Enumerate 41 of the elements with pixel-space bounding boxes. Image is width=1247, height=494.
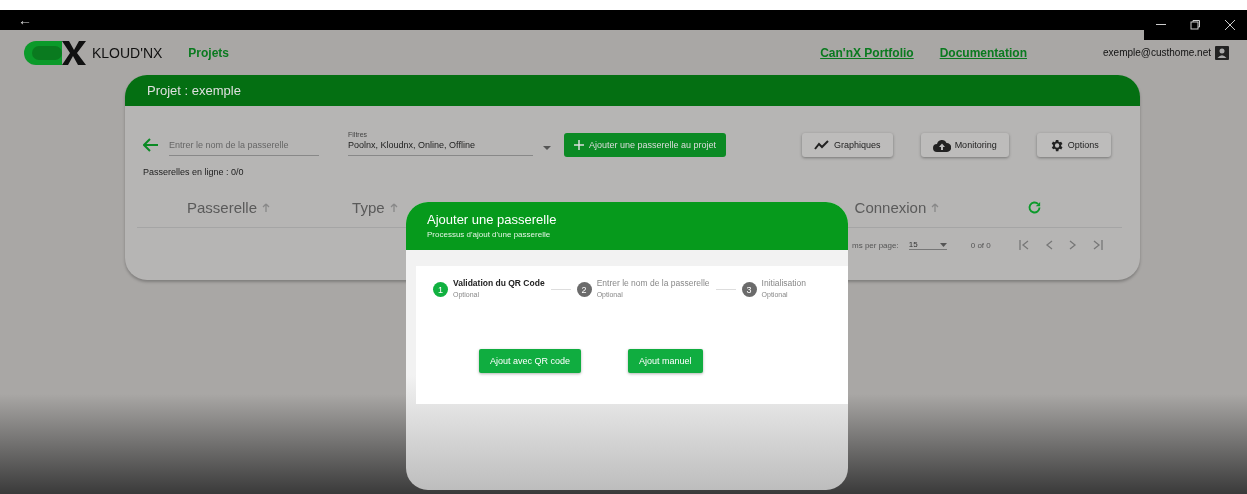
add-method-button[interactable]: Ajout manuel <box>628 349 703 373</box>
search-field[interactable]: Entrer le nom de la passerelle <box>169 140 319 156</box>
items-per-page-label: ms per page: <box>852 240 899 250</box>
close-icon[interactable] <box>1224 20 1235 30</box>
maximize-icon[interactable] <box>1190 20 1201 30</box>
caret-icon[interactable] <box>543 146 551 150</box>
user-email: exemple@custhome.net <box>1103 47 1211 58</box>
sort-arrow-icon <box>931 203 940 213</box>
previous-page-icon[interactable] <box>1044 240 1053 250</box>
step-number: 1 <box>433 282 448 297</box>
toolbar-button[interactable]: Monitoring <box>920 133 1009 157</box>
cloud-upload-icon <box>932 138 951 152</box>
last-page-icon[interactable] <box>1092 240 1103 250</box>
toolbar-button[interactable]: Options <box>1036 133 1111 157</box>
back-button[interactable]: ← <box>18 12 32 28</box>
caret-icon <box>939 242 947 247</box>
sort-arrow-icon <box>262 203 271 213</box>
refresh-icon[interactable] <box>1027 199 1043 215</box>
plus-icon <box>574 140 584 150</box>
sort-arrow-icon <box>389 203 398 213</box>
toolbar-button[interactable]: Graphiques <box>802 133 893 157</box>
dialog-title: Ajouter une passerelle <box>427 212 558 227</box>
page-size-select[interactable]: 15 <box>908 240 947 250</box>
column-header[interactable]: Type <box>352 198 398 216</box>
step-number: 2 <box>576 282 592 297</box>
card-title: Projet : exemple <box>147 83 241 98</box>
line-chart-icon <box>814 139 831 151</box>
first-page-icon[interactable] <box>1018 240 1029 250</box>
column-header[interactable]: Passerelle <box>187 198 271 216</box>
back-arrow-icon[interactable] <box>143 138 159 152</box>
brand-name: KLOUD'NX <box>92 44 163 61</box>
step-number: 3 <box>741 282 757 297</box>
page-range: 0 of 0 <box>970 240 991 250</box>
minimize-icon[interactable] <box>1156 24 1167 26</box>
account-icon[interactable] <box>1215 45 1229 60</box>
dialog-subtitle: Processus d'ajout d'une passerelle <box>427 230 552 239</box>
column-header[interactable]: Connexion <box>854 198 940 216</box>
online-count: Passerelles en ligne : 0/0 <box>142 166 245 177</box>
add-method-button[interactable]: Ajout avec QR code <box>479 349 582 373</box>
next-page-icon[interactable] <box>1068 240 1077 250</box>
add-gateway-button[interactable]: Ajouter une passerelle au projet <box>564 133 727 157</box>
